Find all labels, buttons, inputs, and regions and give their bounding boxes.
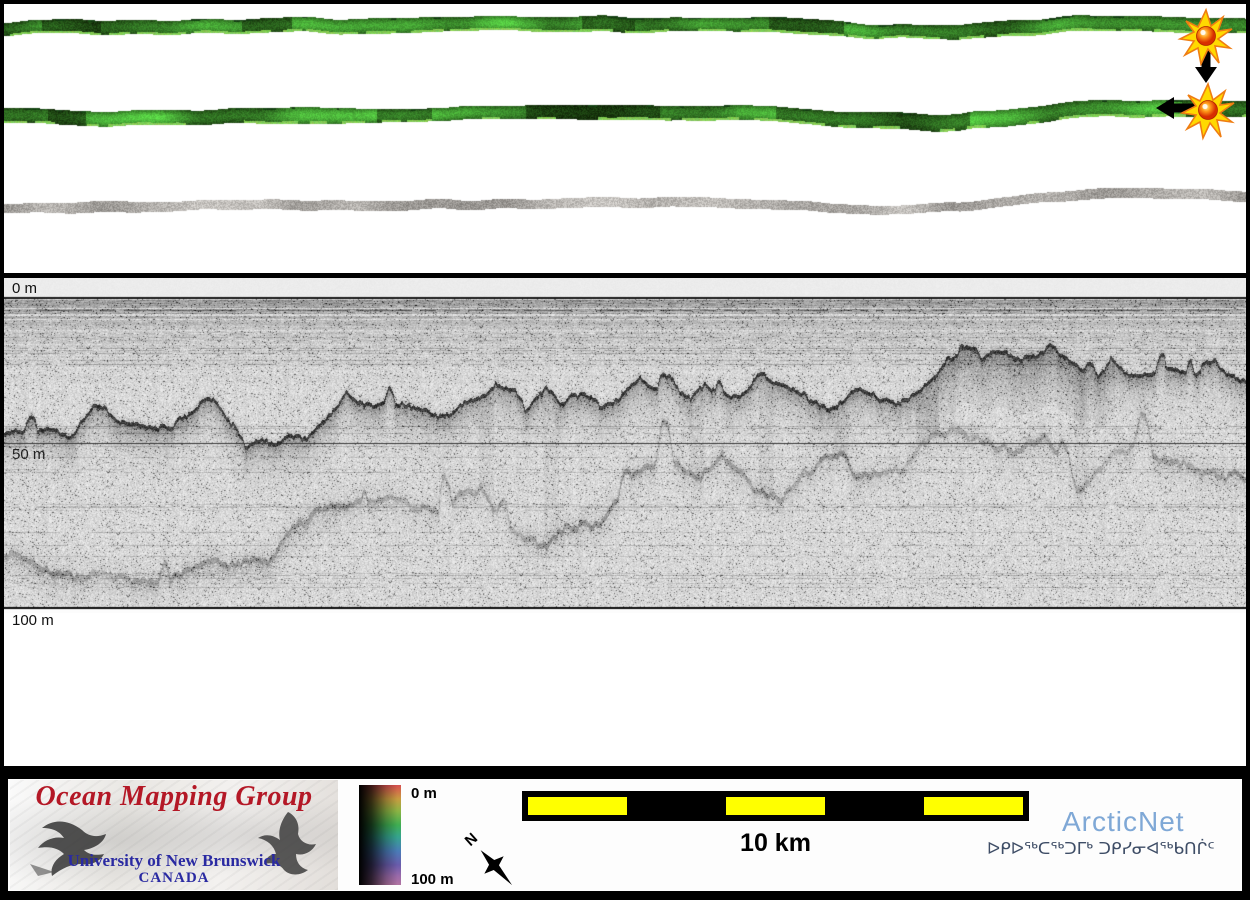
- omg-university: University of New Brunswick: [10, 851, 338, 871]
- figure-inner: 0 m 50 m 100 m: [4, 4, 1246, 896]
- subbottom-echogram: [4, 278, 1246, 613]
- omg-country: CANADA: [10, 870, 338, 887]
- colorbar-top-label: 0 m: [411, 785, 437, 802]
- footer-bar: Ocean Mapping Group University of New Br…: [4, 766, 1246, 896]
- depth-tick-50m: 50 m: [12, 447, 45, 462]
- north-letter: N: [462, 830, 481, 850]
- depth-tick-0m: 0 m: [12, 281, 37, 296]
- scale-bar-label: 10 km: [522, 829, 1029, 858]
- arcticnet-inuktitut-text: ᐅᑭᐅᖅᑕᖅᑐᒥᒃ ᑐᑭᓯᓂᐊᖅᑲᑎᒌᑦ: [987, 839, 1215, 859]
- survey-figure: 0 m 50 m 100 m: [0, 0, 1250, 900]
- depth-tick-100m: 100 m: [12, 613, 54, 628]
- starburst-icon: [1182, 84, 1234, 138]
- scale-bar-segment: [528, 797, 627, 815]
- footer-panel: Ocean Mapping Group University of New Br…: [8, 779, 1242, 891]
- omg-title: Ocean Mapping Group: [10, 781, 338, 813]
- depth-colorbar: [359, 785, 401, 885]
- scale-bar-segment: [924, 797, 1023, 815]
- line-2-start-marker: [1133, 56, 1250, 171]
- scale-bar-segment: [726, 797, 825, 815]
- omg-logo: Ocean Mapping Group University of New Br…: [10, 780, 338, 890]
- scale-bar: [522, 791, 1029, 821]
- survey-swath-panel: [4, 4, 1246, 273]
- arcticnet-logo: ArcticNet: [1062, 806, 1185, 838]
